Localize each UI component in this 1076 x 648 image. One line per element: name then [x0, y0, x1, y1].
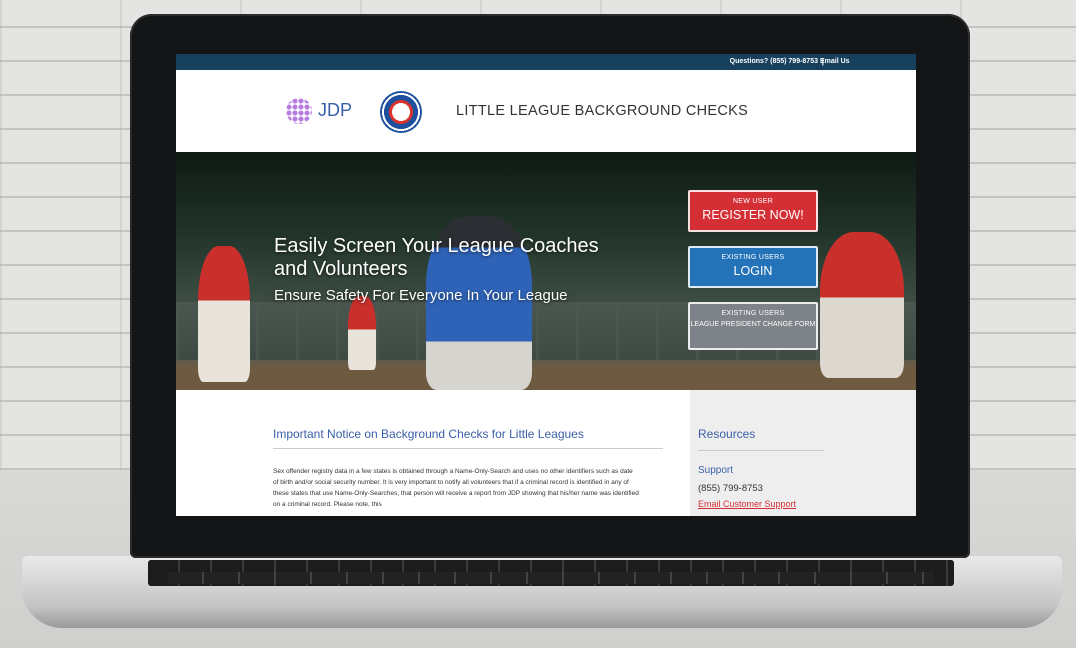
jdp-logo-text[interactable]: JDP: [318, 100, 352, 121]
hero-heading: Easily Screen Your League Coaches and Vo…: [274, 235, 599, 280]
contact-phone-link[interactable]: Questions? (855) 799-8753: [730, 58, 818, 65]
top-contact-bar: Questions? (855) 799-8753 | Email Us: [176, 54, 916, 70]
league-president-change-button[interactable]: EXISTING USERS LEAGUE PRESIDENT CHANGE F…: [688, 302, 818, 350]
register-small-label: NEW USER: [732, 198, 774, 205]
browser-screen: Questions? (855) 799-8753 | Email Us JDP…: [176, 54, 916, 516]
main-content: Important Notice on Background Checks fo…: [176, 390, 916, 516]
jdp-logo-icon[interactable]: [286, 98, 312, 124]
site-title: LITTLE LEAGUE BACKGROUND CHECKS: [456, 103, 749, 119]
resources-divider: [698, 450, 824, 451]
little-league-logo-icon[interactable]: [380, 91, 422, 133]
email-us-link[interactable]: Email Us: [820, 58, 850, 65]
support-title: Support: [698, 465, 734, 476]
login-small-label: EXISTING USERS: [721, 254, 785, 261]
laptop-keyboard-row: [168, 572, 934, 584]
notice-body: Sex offender registry data in a few stat…: [273, 468, 639, 508]
pitcher-figure: [820, 232, 904, 378]
resources-title: Resources: [698, 427, 756, 441]
login-button[interactable]: EXISTING USERS LOGIN: [688, 246, 818, 288]
notice-divider: [273, 448, 663, 449]
site-header: JDP LITTLE LEAGUE BACKGROUND CHECKS: [176, 70, 916, 152]
hero-subheading: Ensure Safety For Everyone In Your Leagu…: [274, 287, 568, 304]
resources-sidebar: Resources Support (855) 799-8753 Email C…: [690, 390, 916, 516]
player-mid-figure: [348, 296, 376, 370]
login-big-label: LOGIN: [733, 264, 773, 278]
support-phone[interactable]: (855) 799-8753: [698, 483, 763, 494]
register-now-button[interactable]: NEW USER REGISTER NOW!: [688, 190, 818, 232]
change-big-label: LEAGUE PRESIDENT CHANGE FORM: [690, 321, 816, 328]
change-small-label: EXISTING USERS: [721, 310, 785, 317]
infield-dirt: [176, 366, 916, 390]
register-big-label: REGISTER NOW!: [702, 208, 804, 222]
player-left-figure: [198, 246, 250, 382]
email-customer-support-link[interactable]: Email Customer Support: [698, 499, 796, 509]
notice-title: Important Notice on Background Checks fo…: [273, 427, 584, 441]
